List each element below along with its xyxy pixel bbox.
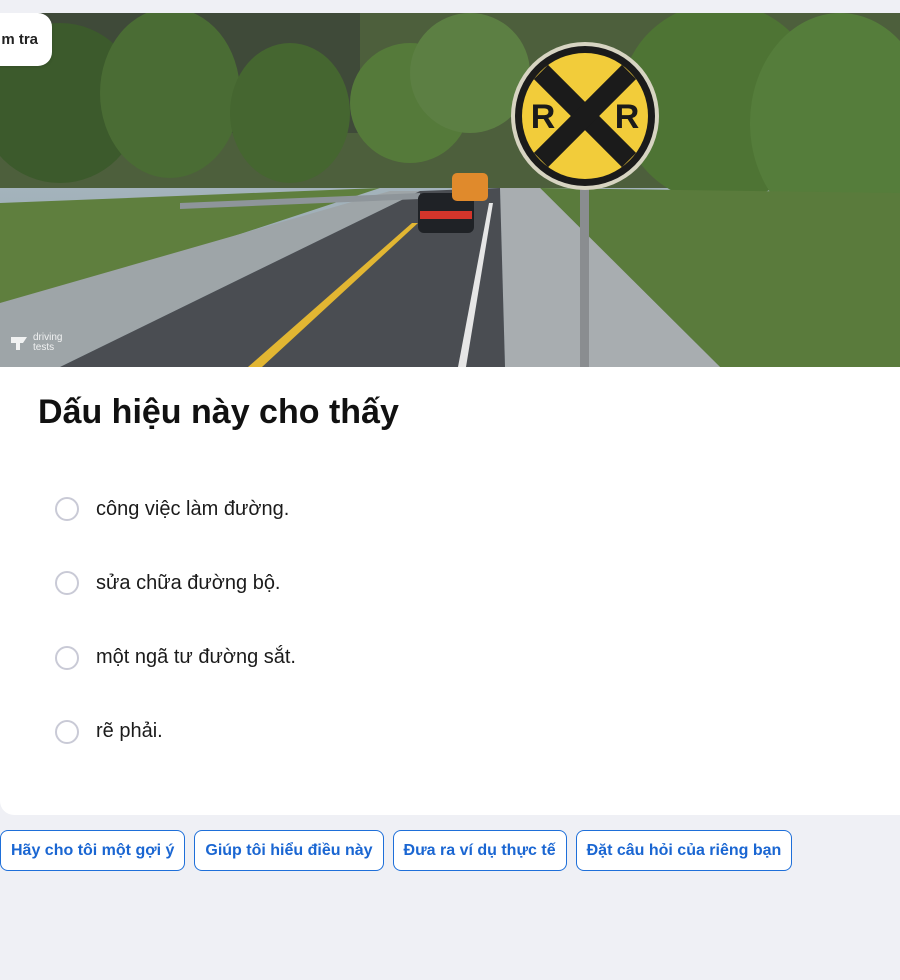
answer-label: một ngã tư đường sắt. bbox=[96, 646, 296, 669]
answer-label: rẽ phải. bbox=[96, 720, 163, 743]
answer-option-1[interactable]: công việc làm đường. bbox=[55, 494, 296, 524]
answer-option-3[interactable]: một ngã tư đường sắt. bbox=[55, 643, 296, 673]
explain-chip-button[interactable]: Giúp tôi hiểu điều này bbox=[194, 830, 384, 871]
hint-chip-button[interactable]: Hãy cho tôi một gợi ý bbox=[0, 830, 186, 871]
answer-options: công việc làm đường. sửa chữa đường bộ. … bbox=[55, 494, 296, 791]
watermark-line2: tests bbox=[33, 342, 55, 353]
radio-button[interactable] bbox=[55, 497, 79, 521]
answer-option-2[interactable]: sửa chữa đường bộ. bbox=[55, 568, 296, 598]
radio-button[interactable] bbox=[55, 571, 79, 596]
answer-label: công việc làm đường. bbox=[96, 497, 290, 520]
answer-label: sửa chữa đường bộ. bbox=[96, 571, 281, 594]
sign-letter-right: R bbox=[615, 98, 640, 136]
answer-option-4[interactable]: rẽ phải. bbox=[55, 717, 296, 747]
ask-own-question-chip-button[interactable]: Đặt câu hỏi của riêng bạn bbox=[575, 830, 793, 871]
radio-button[interactable] bbox=[55, 645, 79, 670]
real-example-chip-button[interactable]: Đưa ra ví dụ thực tế bbox=[392, 830, 567, 871]
question-title: Dấu hiệu này cho thấy bbox=[38, 393, 399, 431]
badge-label: m tra bbox=[1, 31, 38, 48]
driving-tests-logo-icon bbox=[11, 337, 27, 350]
kiem-tra-badge[interactable]: m tra bbox=[0, 13, 52, 66]
road-scene-image: R R bbox=[0, 13, 900, 367]
sign-letter-left: R bbox=[531, 98, 556, 136]
radio-button[interactable] bbox=[55, 719, 79, 744]
driving-tests-watermark: driving tests bbox=[9, 333, 62, 353]
ai-suggestion-chips: Hãy cho tôi một gợi ý Giúp tôi hiểu điều… bbox=[0, 830, 793, 871]
